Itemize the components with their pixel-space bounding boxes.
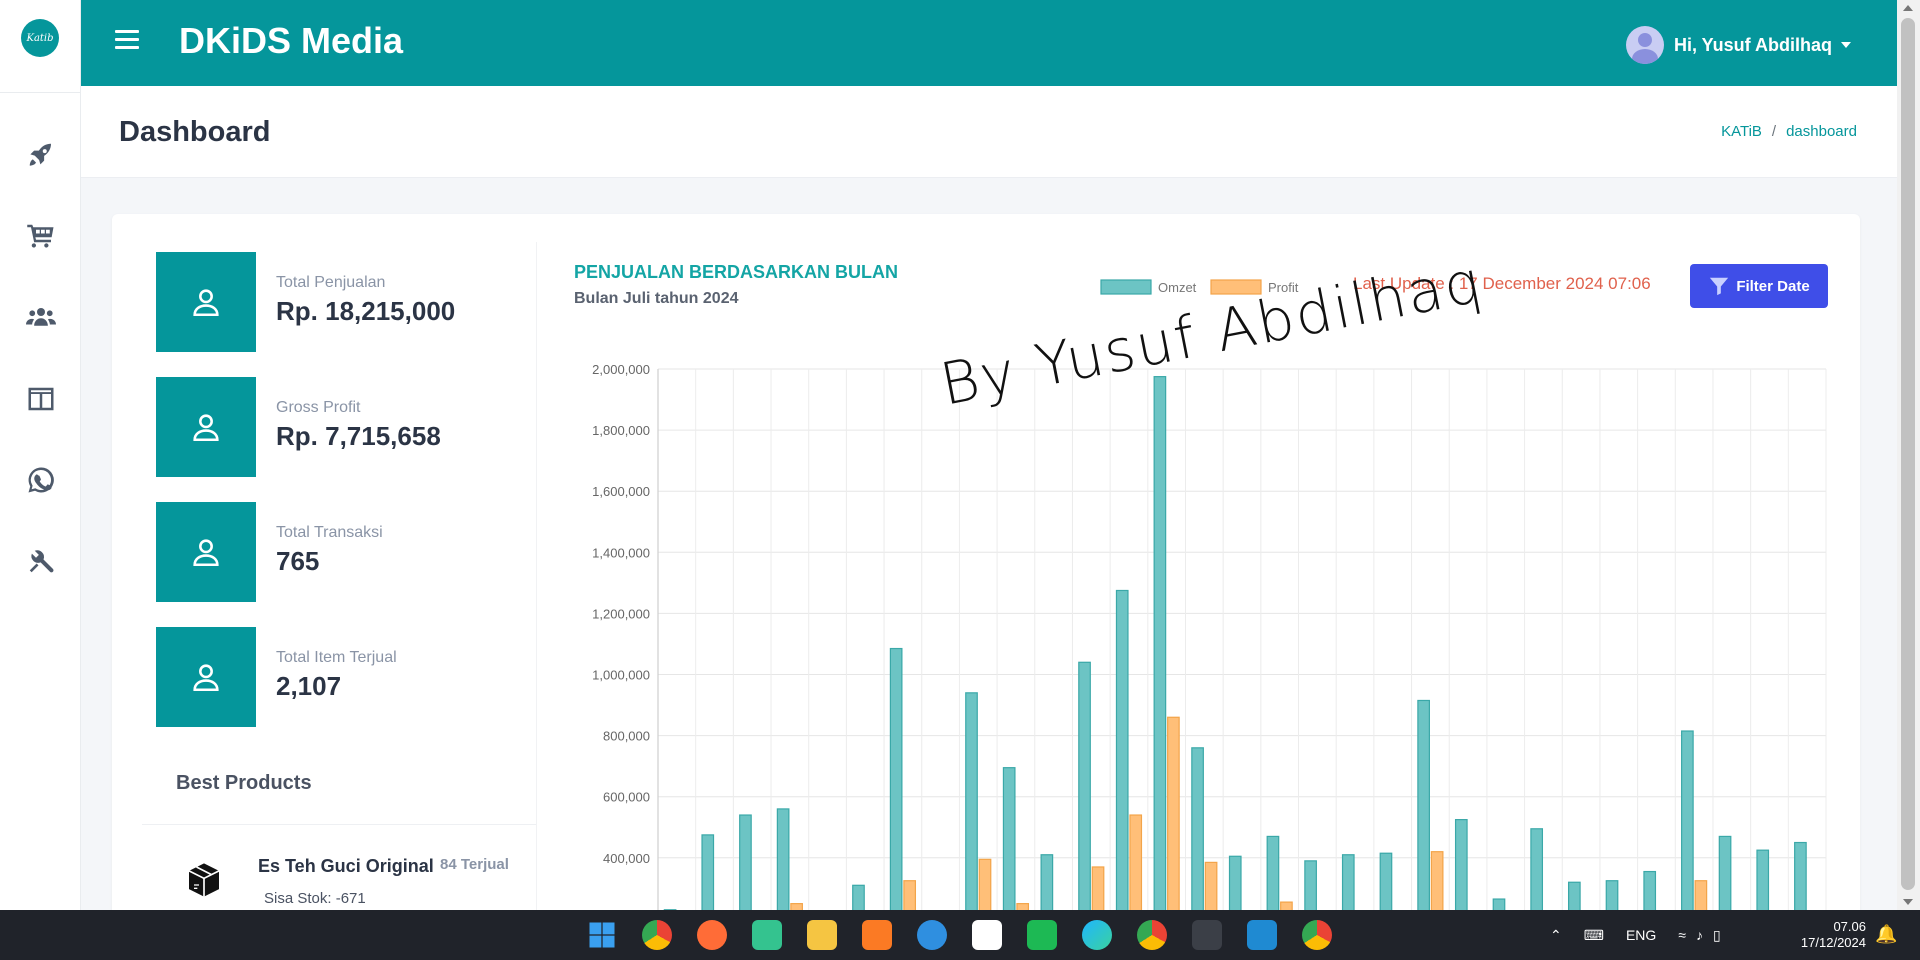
edge-icon[interactable] bbox=[1082, 920, 1112, 950]
page-header: Dashboard KATiB / dashboard bbox=[81, 86, 1897, 178]
bar-omzet bbox=[1115, 589, 1129, 934]
tableplus-icon[interactable] bbox=[917, 920, 947, 950]
chevron-up-icon[interactable]: ⌃ bbox=[1550, 927, 1562, 944]
chrome-profile-icon[interactable] bbox=[1137, 920, 1167, 950]
whatsapp-icon[interactable] bbox=[22, 461, 60, 499]
clock[interactable]: 07.06 17/12/2024 bbox=[1784, 919, 1866, 951]
clock-time: 07.06 bbox=[1833, 919, 1866, 934]
hamburger-menu-icon[interactable] bbox=[115, 30, 139, 52]
y-tick-label: 400,000 bbox=[603, 851, 650, 866]
top-navbar: DKiDS Media Hi, Yusuf Abdilhaq bbox=[81, 0, 1897, 86]
app-logo[interactable]: Katib bbox=[21, 19, 59, 57]
page-scrollbar[interactable] bbox=[1897, 0, 1920, 910]
caret-down-icon bbox=[1841, 42, 1851, 48]
battery-icon[interactable]: ▯ bbox=[1713, 927, 1721, 944]
logo-area: Katib bbox=[0, 0, 80, 93]
legend-swatch-omzet bbox=[1100, 279, 1152, 295]
users-icon[interactable] bbox=[22, 298, 60, 336]
tools-icon[interactable] bbox=[22, 542, 60, 580]
terminal-icon[interactable] bbox=[1192, 920, 1222, 950]
table-icon[interactable] bbox=[22, 380, 60, 418]
vscode-icon[interactable] bbox=[1247, 920, 1277, 950]
breadcrumb: KATiB / dashboard bbox=[1721, 123, 1857, 140]
capcut-icon[interactable] bbox=[972, 920, 1002, 950]
language-indicator[interactable]: ENG bbox=[1626, 927, 1656, 943]
rocket-icon[interactable] bbox=[22, 136, 60, 174]
notification-bell-icon[interactable]: 🔔 bbox=[1875, 924, 1897, 945]
y-tick-label: 1,400,000 bbox=[592, 545, 650, 560]
bar-omzet bbox=[1078, 661, 1091, 934]
xampp-icon[interactable] bbox=[862, 920, 892, 950]
chrome-profile2-icon[interactable] bbox=[1302, 920, 1332, 950]
chrome-icon[interactable] bbox=[642, 920, 672, 950]
y-tick-label: 1,200,000 bbox=[592, 606, 650, 621]
breadcrumb-item-katib[interactable]: KATiB bbox=[1721, 123, 1762, 140]
bar-omzet bbox=[1191, 747, 1204, 934]
clock-date: 17/12/2024 bbox=[1800, 935, 1866, 950]
breadcrumb-separator: / bbox=[1771, 123, 1777, 140]
bar-omzet bbox=[1681, 730, 1694, 934]
dashboard-card: Total Penjualan Rp. 18,215,000 Gross Pro… bbox=[112, 214, 1860, 934]
bar-omzet bbox=[1153, 376, 1167, 934]
y-tick-label: 1,000,000 bbox=[592, 668, 650, 683]
sales-bar-chart: 2,000,000 1,800,000 1,600,000 1,400,000 1,20… bbox=[592, 279, 1827, 934]
y-tick-label: 600,000 bbox=[603, 790, 650, 805]
y-tick-label: 1,600,000 bbox=[592, 484, 650, 499]
sidebar: Katib bbox=[0, 0, 81, 910]
y-tick-label: 2,000,000 bbox=[592, 362, 650, 377]
breadcrumb-item-dashboard[interactable]: dashboard bbox=[1786, 123, 1857, 140]
user-menu[interactable]: Hi, Yusuf Abdilhaq bbox=[1625, 26, 1851, 64]
windows-start-icon[interactable] bbox=[587, 920, 617, 950]
legend-label-omzet: Omzet bbox=[1158, 280, 1197, 295]
avatar bbox=[1625, 26, 1664, 64]
y-tick-label: 800,000 bbox=[603, 729, 650, 744]
bar-omzet bbox=[889, 647, 903, 934]
volume-icon[interactable]: ♪ bbox=[1696, 927, 1703, 943]
bar-omzet bbox=[1417, 699, 1430, 934]
user-greeting: Hi, Yusuf Abdilhaq bbox=[1673, 34, 1832, 55]
shopping-cart-icon[interactable] bbox=[22, 217, 60, 255]
windows-taskbar: ⌃ ⌨ ENG ≈ ♪ ▯ 07.06 17/12/2024 🔔 bbox=[0, 910, 1920, 960]
wifi-icon[interactable]: ≈ bbox=[1678, 927, 1686, 943]
system-tray: ⌃ ⌨ ENG ≈ ♪ ▯ bbox=[1548, 910, 1721, 960]
bar-omzet bbox=[965, 692, 978, 934]
tripadvisor-icon[interactable] bbox=[752, 920, 782, 950]
keyboard-icon[interactable]: ⌨ bbox=[1584, 927, 1604, 944]
bar-profit bbox=[1167, 716, 1180, 934]
brand-name: DKiDS Media bbox=[179, 20, 404, 61]
scroll-up-icon[interactable] bbox=[1903, 5, 1913, 11]
file-explorer-icon[interactable] bbox=[807, 920, 837, 950]
scroll-down-icon[interactable] bbox=[1903, 899, 1913, 905]
page-title: Dashboard bbox=[119, 116, 271, 148]
scrollbar-thumb[interactable] bbox=[1901, 18, 1915, 890]
postman-icon[interactable] bbox=[697, 920, 727, 950]
y-tick-label: 1,800,000 bbox=[592, 423, 650, 438]
green-app-icon[interactable] bbox=[1027, 920, 1057, 950]
logo-text: Katib bbox=[26, 32, 54, 44]
